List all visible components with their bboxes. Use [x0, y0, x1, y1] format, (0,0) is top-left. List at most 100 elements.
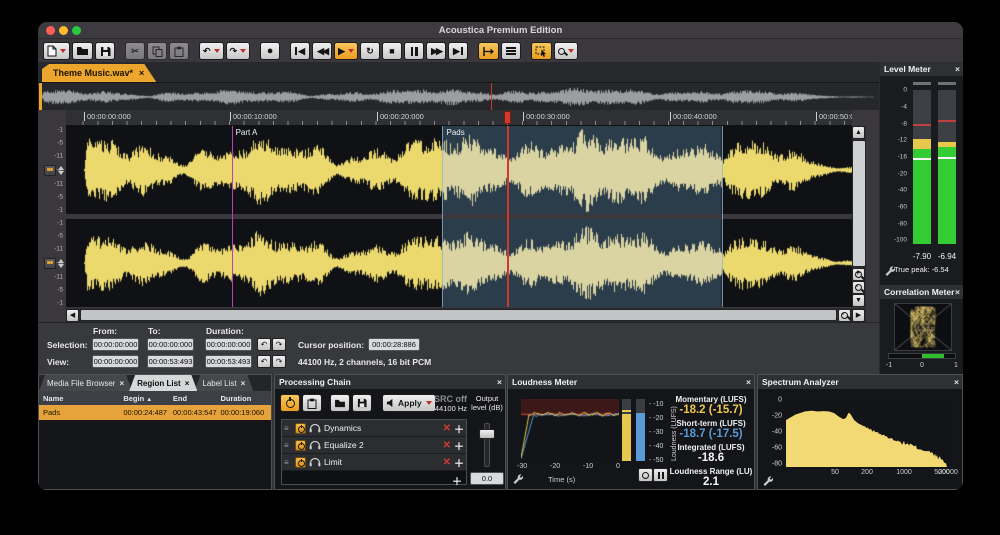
scroll-up-button[interactable]: ▲ — [852, 126, 865, 139]
view-redo-button[interactable]: ↷ — [272, 355, 286, 368]
scroll-left-button[interactable]: ◀ — [66, 309, 79, 322]
record-button[interactable]: ● — [260, 42, 280, 60]
zoom-in-vertical-button[interactable]: + — [852, 268, 865, 281]
tab-label-list[interactable]: Label List× — [194, 375, 253, 391]
new-file-button[interactable] — [43, 42, 70, 60]
selection-duration-field[interactable]: 00:00:00:000 — [205, 338, 252, 351]
selection-tool-button[interactable] — [531, 42, 552, 60]
document-tab-close-icon[interactable]: × — [139, 68, 144, 78]
new-file-dropdown-icon[interactable] — [60, 49, 66, 53]
copy-button[interactable] — [147, 42, 167, 60]
tab-close-icon[interactable]: × — [119, 379, 124, 388]
selection-to-field[interactable]: 00:00:00:000 — [147, 338, 194, 351]
tab-close-icon[interactable]: × — [241, 379, 246, 388]
redo-button[interactable]: ↷ — [226, 42, 251, 60]
selection-redo-button[interactable]: ↷ — [272, 338, 286, 351]
tab-media-file-browser[interactable]: Media File Browser× — [39, 375, 132, 391]
tab-close-icon[interactable]: × — [185, 379, 190, 388]
scrub-playback-button[interactable] — [478, 42, 499, 60]
chain-enable-button[interactable] — [280, 394, 300, 412]
effect-power-icon[interactable] — [295, 440, 306, 451]
spectrum-settings-icon[interactable] — [762, 475, 773, 486]
col-duration[interactable]: Duration — [219, 394, 271, 403]
add-effect-icon[interactable]: ＋ — [454, 455, 464, 470]
timeline-ruler[interactable]: 00:00:00:000 00:00:10:000 00:00:20:000 0… — [66, 110, 852, 126]
pause-button[interactable] — [404, 42, 424, 60]
effect-name[interactable]: Equalize 2 — [324, 440, 440, 450]
channel2-controls[interactable] — [44, 258, 64, 269]
play-dropdown-icon[interactable] — [348, 49, 354, 53]
go-to-end-button[interactable]: ▶ — [448, 42, 468, 60]
effect-row-dynamics[interactable]: ≡ Dynamics ✕ ＋ — [282, 420, 466, 437]
loudness-pause-button[interactable] — [653, 468, 668, 482]
vertical-scroll-thumb[interactable] — [852, 140, 866, 267]
waveform-channel-1[interactable] — [66, 126, 852, 214]
undo-dropdown-icon[interactable] — [214, 49, 220, 53]
playhead-handle[interactable] — [504, 111, 511, 124]
waveform-channel-2[interactable] — [66, 219, 852, 307]
vertical-scrollbar[interactable]: ▲ + - ▼ — [852, 126, 866, 307]
headphones-icon[interactable] — [309, 457, 321, 467]
chain-save-button[interactable] — [352, 394, 372, 412]
redo-dropdown-icon[interactable] — [240, 49, 246, 53]
remove-effect-icon[interactable]: ✕ — [443, 440, 451, 451]
horizontal-zoom-menu-button[interactable]: ▶ — [852, 309, 865, 322]
effect-power-icon[interactable] — [295, 423, 306, 434]
save-button[interactable] — [95, 42, 115, 60]
view-undo-button[interactable]: ↶ — [257, 355, 271, 368]
headphones-icon[interactable] — [309, 423, 321, 433]
remove-effect-icon[interactable]: ✕ — [443, 457, 451, 468]
loudness-reset-button[interactable] — [638, 468, 653, 482]
overview-view-start-marker[interactable] — [39, 83, 42, 110]
spectrum-analyzer-close-icon[interactable]: × — [954, 375, 959, 389]
selection-from-field[interactable]: 00:00:00:000 — [92, 338, 139, 351]
fast-forward-button[interactable]: ▶▶ — [426, 42, 446, 60]
processing-chain-close-icon[interactable]: × — [497, 375, 502, 389]
rewind-button[interactable]: ◀◀ — [312, 42, 332, 60]
zoom-out-horizontal-button[interactable]: - — [838, 309, 851, 322]
drag-handle-icon[interactable]: ≡ — [284, 426, 292, 431]
overview-strip[interactable] — [38, 82, 879, 110]
zoom-out-vertical-button[interactable]: - — [852, 281, 865, 294]
channel1-controls[interactable] — [44, 165, 64, 176]
paste-button[interactable] — [169, 42, 189, 60]
output-level-slider-thumb[interactable] — [479, 429, 495, 439]
region-row-pads[interactable]: Pads 00:00:24:487 00:00:43:547 00:00:19:… — [39, 405, 271, 420]
open-file-button[interactable] — [72, 42, 93, 60]
selection-undo-button[interactable]: ↶ — [257, 338, 271, 351]
col-name[interactable]: Name — [39, 394, 122, 403]
effect-name[interactable]: Limit — [324, 457, 440, 467]
loudness-meter-close-icon[interactable]: × — [746, 375, 751, 389]
play-button[interactable]: ▶ — [334, 42, 358, 60]
chain-paste-button[interactable] — [302, 394, 322, 412]
cut-button[interactable]: ✂ — [125, 42, 145, 60]
effect-power-icon[interactable] — [295, 457, 306, 468]
view-from-field[interactable]: 00:00:00:000 — [92, 355, 139, 368]
vertical-zoom-menu-button[interactable]: ▼ — [852, 294, 865, 307]
effect-name[interactable]: Dynamics — [324, 423, 440, 433]
undo-button[interactable]: ↶ — [199, 42, 224, 60]
channel1-button[interactable] — [44, 165, 56, 176]
add-effect-end-icon[interactable]: ＋ — [452, 473, 462, 488]
output-level-value[interactable]: 0.0 — [470, 472, 504, 485]
go-to-start-button[interactable]: ◀ — [290, 42, 310, 60]
tab-region-list[interactable]: Region List× — [129, 375, 197, 391]
col-end[interactable]: End — [172, 394, 220, 403]
level-meter-close-icon[interactable]: × — [955, 62, 960, 76]
stop-button[interactable]: ■ — [382, 42, 402, 60]
headphones-icon[interactable] — [309, 440, 321, 450]
zoom-tool-button[interactable] — [554, 42, 578, 60]
overview-playhead[interactable] — [491, 83, 492, 110]
correlation-meter-close-icon[interactable]: × — [955, 285, 960, 299]
levels-view-button[interactable] — [501, 42, 521, 60]
overview-waveform[interactable] — [41, 85, 874, 109]
loudness-settings-icon[interactable] — [512, 473, 523, 484]
document-tab[interactable]: Theme Music.wav* × — [42, 64, 156, 82]
view-duration-field[interactable]: 00:00:53:493 — [205, 355, 252, 368]
channel2-button[interactable] — [44, 258, 56, 269]
col-begin[interactable]: Begin ▲ — [122, 394, 172, 403]
cursor-position-field[interactable]: 00:00:28:886 — [368, 338, 420, 351]
region-table-header[interactable]: Name Begin ▲ End Duration — [39, 391, 271, 405]
zoom-dropdown-icon[interactable] — [568, 49, 574, 53]
effect-row-limit[interactable]: ≡ Limit ✕ ＋ — [282, 454, 466, 471]
